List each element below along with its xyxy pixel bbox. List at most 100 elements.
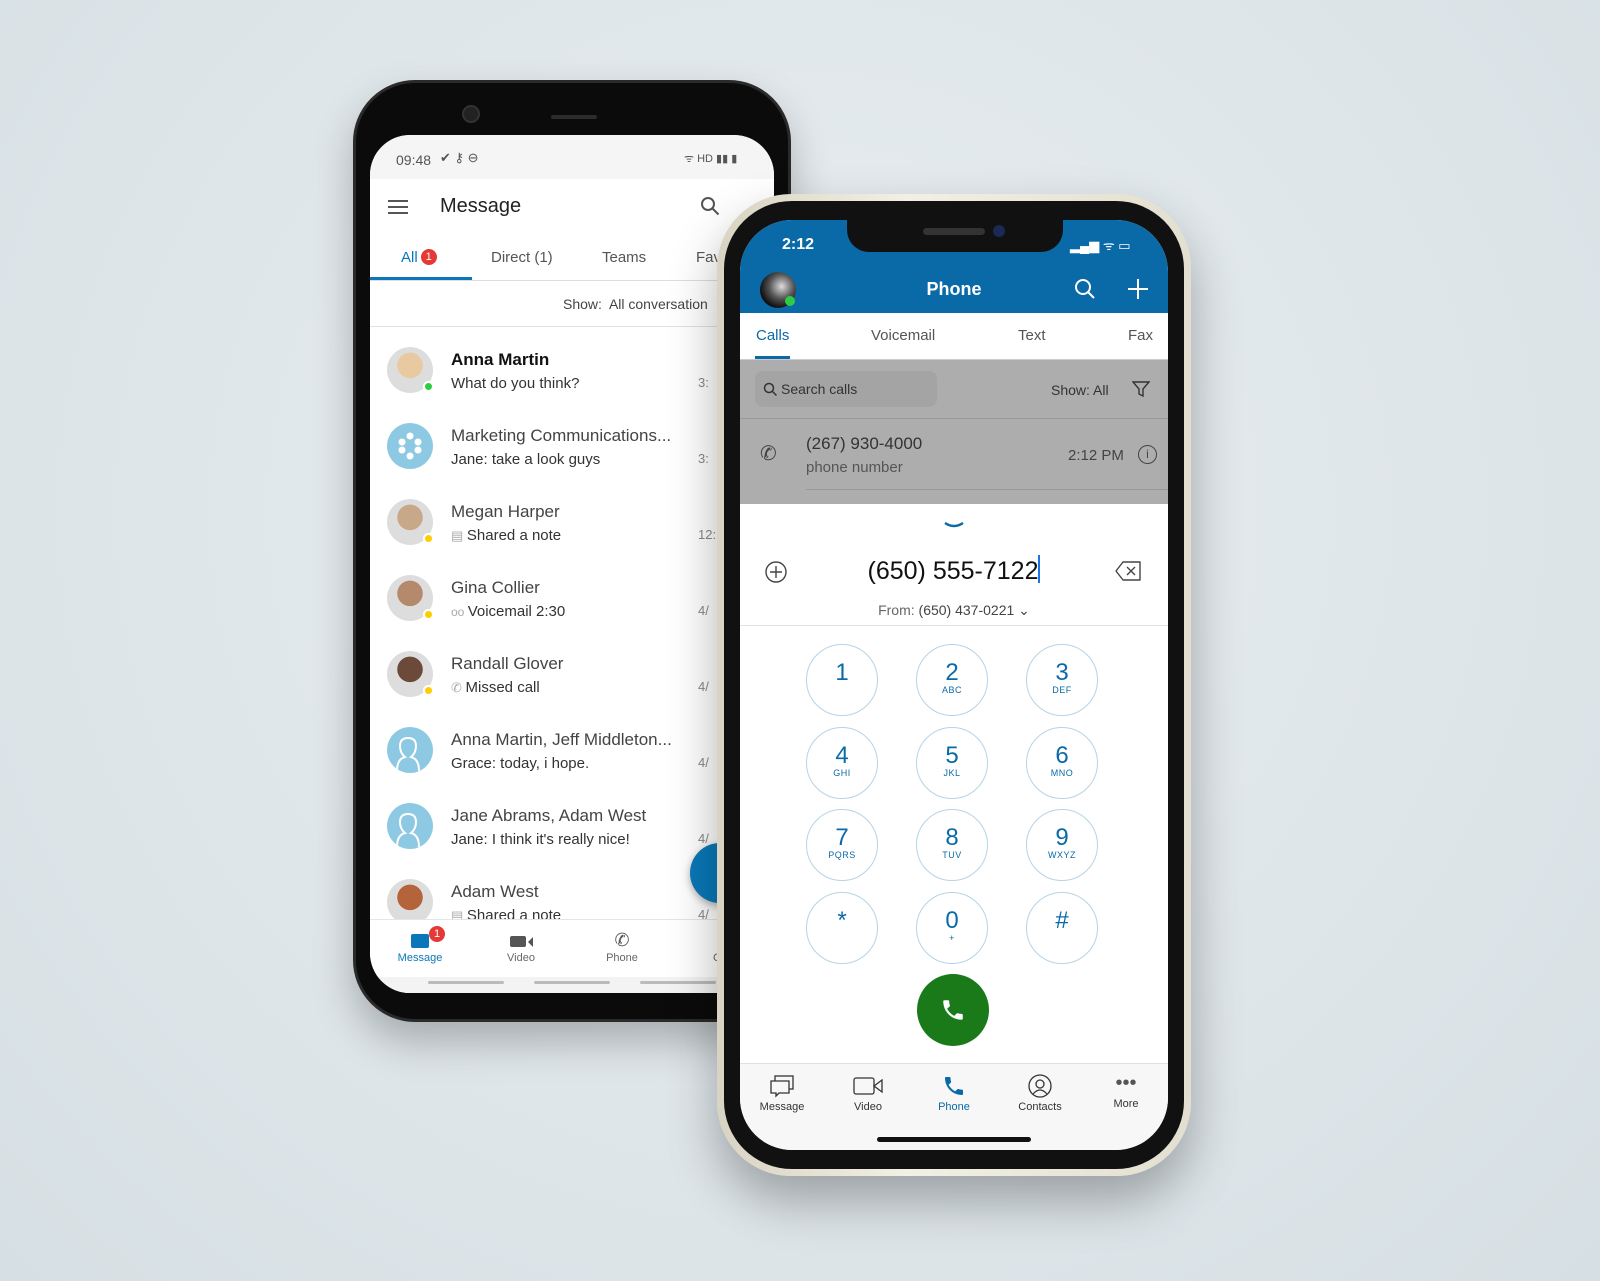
conversation-name: Anna Martin (451, 350, 550, 369)
group-avatar (387, 727, 433, 773)
key-0[interactable]: 0 + (916, 892, 988, 964)
search-icon (763, 382, 777, 396)
recent-call-row[interactable]: ✆ (267) 930-4000 phone number 2:12 PM i (740, 419, 1168, 491)
note-icon: ▤ (451, 908, 467, 919)
conversation-preview: oo Voicemail 2:30 (451, 603, 566, 620)
search-calls-input[interactable]: Search calls (755, 371, 937, 407)
nav-contacts[interactable]: Contacts (1000, 1074, 1080, 1113)
note-icon: ▤ (451, 528, 467, 543)
iphone: 2:12 ▂▄▆ ᯤ ▭ Phone Calls Voicemail Text … (717, 194, 1191, 1176)
tab-direct[interactable]: Direct (1) (491, 249, 553, 266)
header: 2:12 ▂▄▆ ᯤ ▭ Phone (740, 220, 1168, 313)
info-icon[interactable]: i (1138, 445, 1157, 464)
key-digit: 4 (835, 742, 849, 769)
conversation-time: 4/ (698, 603, 709, 618)
tab-calls[interactable]: Calls (756, 327, 789, 344)
status-bar: 09:48 ✔ ⚷ ⊖ ᯤ HD ▮▮ ▮ (370, 135, 774, 179)
conversation-time: 4/ (698, 679, 709, 694)
call-time: 2:12 PM (1068, 447, 1124, 464)
presence-away (423, 533, 434, 544)
show-value: All conversation (608, 296, 708, 312)
nav-message[interactable]: 1 Message (380, 926, 460, 964)
key-hash[interactable]: # (1026, 892, 1098, 964)
tab-all[interactable]: All 1 (401, 249, 437, 266)
search-icon[interactable] (1074, 278, 1096, 300)
key-letters: GHI (833, 768, 851, 778)
dimmed-calls-list: Search calls Show: All ✆ (267) 930-4000 … (740, 360, 1168, 504)
call-button[interactable] (917, 974, 989, 1046)
key-9[interactable]: 9 WXYZ (1026, 809, 1098, 881)
conversation-preview: ▤ Shared a note (451, 907, 561, 919)
toolbar: Message (370, 179, 774, 235)
tab-bar: Calls Voicemail Text Fax (740, 313, 1168, 360)
more-icon: ••• (1115, 1072, 1137, 1094)
search-placeholder: Search calls (781, 381, 858, 397)
status-time: 09:48 (396, 152, 432, 168)
nav-message[interactable]: Message (742, 1074, 822, 1113)
text-cursor (1038, 555, 1041, 583)
filter-icon[interactable] (1132, 380, 1150, 398)
key-star[interactable]: * (806, 892, 878, 964)
key-7[interactable]: 7 PQRS (806, 809, 878, 881)
presence-online (423, 381, 434, 392)
tab-voicemail[interactable]: Voicemail (871, 327, 935, 344)
status-icons: ▂▄▆ ᯤ ▭ (1070, 238, 1131, 253)
from-number-selector[interactable]: From: (650) 437-0221 ⌄ (740, 602, 1168, 619)
backspace-icon[interactable] (1115, 560, 1143, 582)
conversation-time: 4/ (698, 831, 709, 846)
video-icon (481, 930, 561, 952)
key-letters: JKL (943, 768, 961, 778)
show-filter[interactable]: Show: All (1051, 382, 1109, 398)
presence-away (423, 609, 434, 620)
conversation-row[interactable]: Marketing Communications... Jane: take a … (370, 407, 774, 483)
show-label: Show: (563, 296, 602, 312)
conversation-row[interactable]: Gina Collier oo Voicemail 2:30 4/ (370, 559, 774, 635)
nav-phone[interactable]: ✆ Phone (582, 930, 662, 964)
key-2[interactable]: 2 ABC (916, 644, 988, 716)
tab-text[interactable]: Text (1018, 327, 1046, 344)
add-icon[interactable] (1127, 278, 1149, 300)
conversation-name: Gina Collier (451, 578, 540, 597)
conversation-row[interactable]: Anna Martin, Jeff Middleton... Grace: tod… (370, 711, 774, 787)
conversation-row[interactable]: Anna Martin What do you think? 3: (370, 331, 774, 407)
tab-teams[interactable]: Teams (602, 249, 646, 266)
conversation-row[interactable]: Randall Glover ✆ Missed call 4/ (370, 635, 774, 711)
nav-label: Phone (938, 1101, 970, 1113)
key-digit: 3 (1055, 659, 1069, 686)
hamburger-menu-icon[interactable] (388, 199, 408, 215)
conversation-list: Anna Martin What do you think? 3: Marketing… (370, 331, 774, 919)
conversation-preview: Jane: I think it's really nice! (451, 831, 630, 848)
tab-fax[interactable]: Fax (1128, 327, 1153, 344)
message-icon (770, 1075, 794, 1098)
key-3[interactable]: 3 DEF (1026, 644, 1098, 716)
dial-input[interactable]: (650) 555-7122 (740, 555, 1168, 586)
conversation-name: Jane Abrams, Adam West (451, 806, 647, 825)
collapse-chevron-icon[interactable] (943, 520, 965, 530)
key-digit: * (837, 907, 847, 934)
camera (462, 105, 480, 123)
conversation-preview: Grace: today, i hope. (451, 755, 590, 772)
show-filter[interactable]: Show: All conversation (370, 281, 774, 327)
nav-video[interactable]: Video (481, 930, 561, 964)
conversation-name: Randall Glover (451, 654, 564, 673)
key-4[interactable]: 4 GHI (806, 727, 878, 799)
key-digit: 8 (945, 824, 959, 851)
key-digit: # (1055, 907, 1069, 934)
conversation-name: Anna Martin, Jeff Middleton... (451, 730, 672, 749)
key-6[interactable]: 6 MNO (1026, 727, 1098, 799)
conversation-row[interactable]: Megan Harper ▤ Shared a note 12: (370, 483, 774, 559)
phone-icon: ✆ (614, 930, 630, 950)
conversation-time: 4/ (698, 755, 709, 770)
nav-phone[interactable]: Phone (914, 1074, 994, 1113)
nav-more[interactable]: ••• More (1086, 1072, 1166, 1110)
conversation-preview: What do you think? (451, 375, 580, 392)
key-1[interactable]: 1 (806, 644, 878, 716)
voicemail-icon: oo (451, 605, 468, 619)
search-icon[interactable] (700, 196, 720, 216)
active-tab-indicator (755, 356, 790, 359)
key-letters: PQRS (828, 850, 856, 860)
key-5[interactable]: 5 JKL (916, 727, 988, 799)
key-letters: ABC (941, 685, 962, 695)
key-8[interactable]: 8 TUV (916, 809, 988, 881)
nav-video[interactable]: Video (828, 1074, 908, 1113)
